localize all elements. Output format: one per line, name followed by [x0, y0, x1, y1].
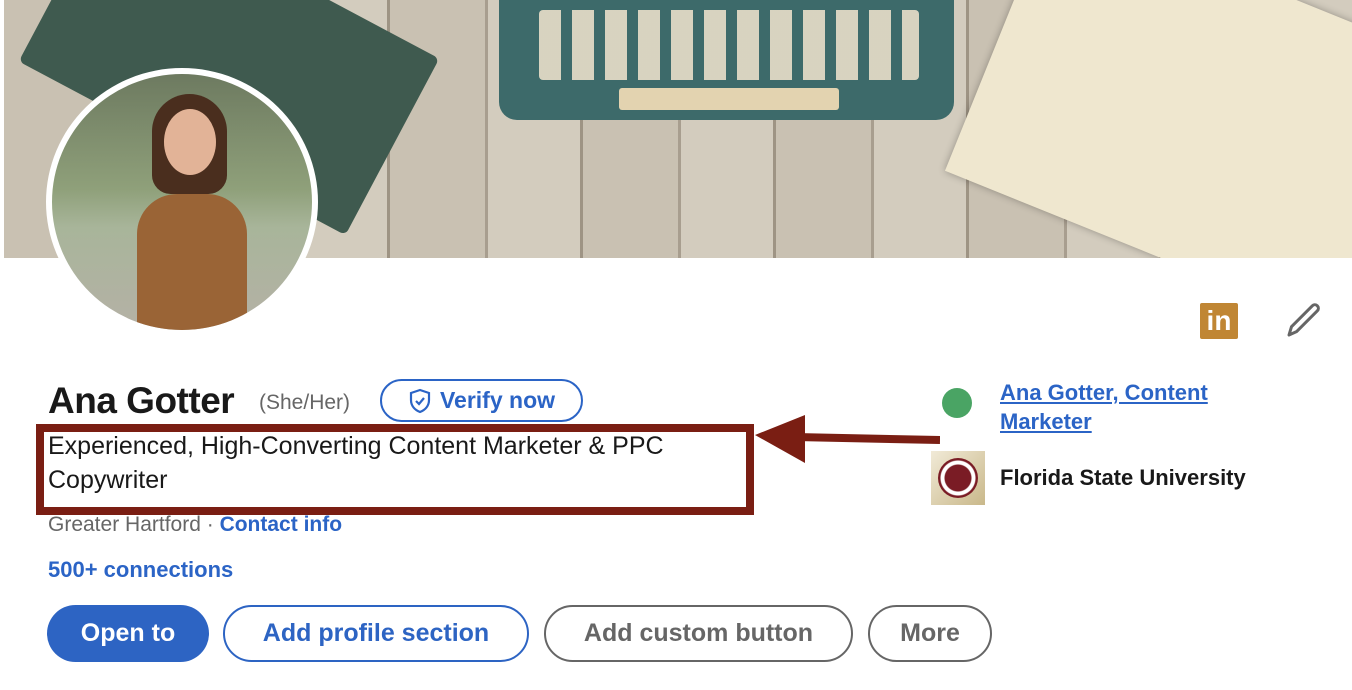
- banner-typewriter: [499, 0, 954, 120]
- shield-check-icon: [409, 388, 431, 413]
- connections-link[interactable]: 500+ connections: [48, 557, 233, 583]
- add-custom-button[interactable]: Add custom button: [544, 605, 853, 662]
- verify-now-label: Verify now: [439, 387, 556, 413]
- profile-photo[interactable]: [46, 68, 318, 336]
- pronouns: (She/Her): [259, 391, 351, 414]
- annotation-arrow-icon: [755, 415, 940, 463]
- more-button[interactable]: More: [868, 605, 992, 662]
- company-logo-icon: [942, 388, 972, 418]
- current-company-link[interactable]: Ana Gotter, Content Marketer: [1000, 378, 1260, 436]
- profile-name: Ana Gotter: [48, 380, 235, 421]
- location: Greater Hartford · Contact info: [48, 513, 342, 537]
- pencil-icon[interactable]: [1284, 300, 1324, 340]
- add-profile-section-button[interactable]: Add profile section: [223, 605, 529, 662]
- education-link[interactable]: Florida State University: [1000, 465, 1246, 491]
- contact-info-link[interactable]: Contact info: [220, 513, 342, 536]
- university-seal-icon: [931, 451, 985, 505]
- banner-notebook: [944, 0, 1352, 258]
- open-to-button[interactable]: Open to: [47, 605, 209, 662]
- location-text: Greater Hartford: [48, 513, 201, 536]
- annotation-highlight-box: [36, 424, 754, 515]
- separator: ·: [200, 513, 220, 536]
- verify-now-button[interactable]: Verify now: [380, 379, 583, 422]
- linkedin-icon[interactable]: in: [1200, 303, 1238, 339]
